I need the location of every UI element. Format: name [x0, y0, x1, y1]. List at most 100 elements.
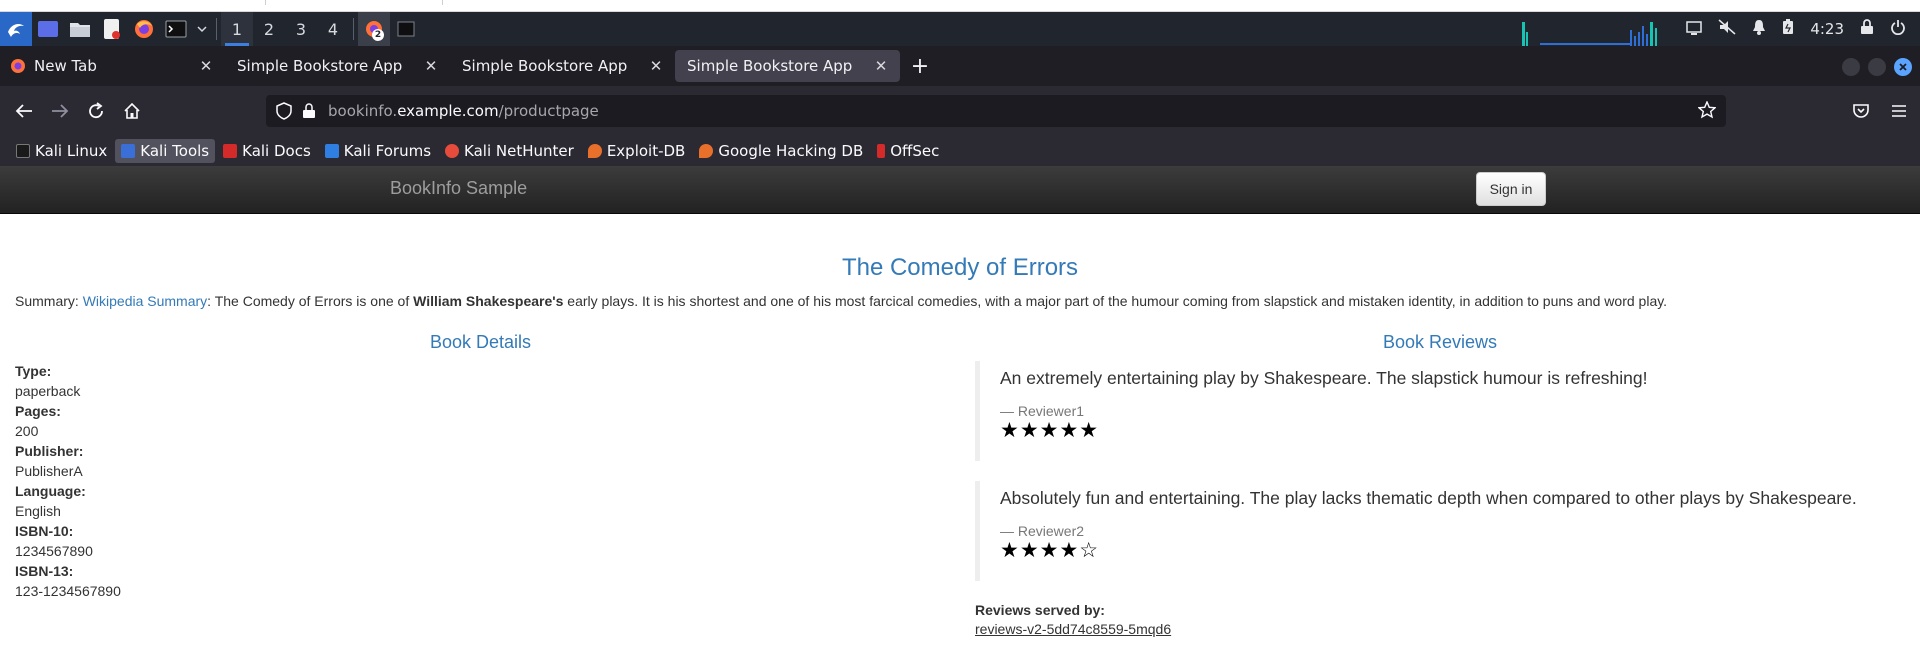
detail-value-type: paperback [15, 383, 81, 399]
volume-muted-icon[interactable] [1718, 19, 1736, 39]
detail-value-pages: 200 [15, 423, 39, 439]
notification-bell-icon[interactable] [1752, 19, 1766, 39]
bookmark-kali-linux[interactable]: Kali Linux [10, 139, 113, 163]
close-icon[interactable]: ✕ [872, 57, 890, 75]
maximize-button[interactable] [1868, 58, 1886, 76]
kali-tools-icon [121, 144, 136, 158]
workspace-3-button[interactable]: 3 [285, 12, 317, 46]
bookmark-star-icon[interactable] [1698, 101, 1716, 119]
chevron-down-icon[interactable] [192, 12, 212, 46]
bookmark-kali-forums[interactable]: Kali Forums [319, 139, 437, 163]
tab-label: Simple Bookstore App [237, 57, 403, 75]
bookmark-label: Kali Forums [343, 142, 432, 160]
tab-simple-bookstore-app[interactable]: Simple Bookstore App ✕ [225, 50, 450, 82]
app-navbar: BookInfo Sample Sign in [0, 166, 1920, 214]
review-card: An extremely entertaining play by Shakes… [975, 361, 1875, 461]
tab-simple-bookstore-app-active[interactable]: Simple Bookstore App ✕ [675, 50, 900, 82]
detail-value-language: English [15, 503, 61, 519]
pocket-icon[interactable] [1852, 103, 1870, 119]
book-summary: Summary: Wikipedia Summary: The Comedy o… [15, 293, 1667, 309]
tab-label: New Tab [34, 57, 97, 75]
hamburger-menu-icon[interactable] [1890, 103, 1908, 119]
power-icon[interactable] [1890, 19, 1906, 39]
review-text: Absolutely fun and entertaining. The pla… [1000, 488, 1857, 508]
kali-forums-icon [324, 144, 339, 158]
wikipedia-summary-link[interactable]: Wikipedia Summary [83, 293, 207, 309]
firefox-window-button[interactable]: 2 [358, 12, 390, 46]
workspace-2-button[interactable]: 2 [253, 12, 285, 46]
strip-tick [265, 0, 266, 5]
close-window-button[interactable] [1894, 58, 1912, 76]
taskbar-separator [353, 18, 354, 40]
close-icon[interactable]: ✕ [647, 57, 665, 75]
tab-simple-bookstore-app[interactable]: Simple Bookstore App ✕ [450, 50, 675, 82]
bookmark-kali-nethunter[interactable]: Kali NetHunter [439, 139, 580, 163]
new-tab-plus-icon[interactable]: + [900, 54, 940, 79]
firefox-icon[interactable] [128, 12, 160, 46]
reload-icon[interactable] [78, 93, 114, 129]
detail-value-publisher: PublisherA [15, 463, 83, 479]
browser-tab-bar: New Tab ✕ Simple Bookstore App ✕ Simple … [0, 46, 1920, 86]
bookmark-label: Kali NetHunter [464, 142, 574, 160]
file-manager-icon[interactable] [64, 12, 96, 46]
minimize-button[interactable] [1842, 58, 1860, 76]
forward-arrow-icon[interactable] [42, 93, 78, 129]
detail-value-isbn13: 123-1234567890 [15, 583, 121, 599]
close-icon[interactable]: ✕ [422, 57, 440, 75]
bookmark-label: Kali Linux [35, 142, 108, 160]
book-details-heading: Book Details [430, 332, 532, 352]
star-rating: ★★★★★ [1000, 419, 1100, 442]
lock-screen-icon[interactable] [1860, 19, 1874, 39]
window-count-badge: 2 [372, 29, 384, 41]
network-monitor-graph [1522, 22, 1657, 46]
bookmark-google-hacking-db[interactable]: Google Hacking DB [693, 139, 869, 163]
bookmark-label: Google Hacking DB [718, 142, 864, 160]
bookmark-kali-tools[interactable]: Kali Tools [115, 139, 216, 163]
home-icon[interactable] [114, 93, 150, 129]
book-reviews-heading: Book Reviews [1383, 332, 1498, 352]
taskbar-separator [216, 18, 217, 40]
app-brand[interactable]: BookInfo Sample [390, 178, 527, 199]
bookmark-offsec[interactable]: OffSec [871, 139, 945, 163]
close-icon[interactable]: ✕ [197, 57, 215, 75]
detail-label: Type: [15, 363, 52, 379]
summary-prefix: Summary: [15, 293, 83, 309]
workspace-4-button[interactable]: 4 [317, 12, 349, 46]
battery-icon[interactable] [1782, 19, 1794, 39]
browser-navigation-bar: bookinfo. example.com/productpage [0, 86, 1920, 136]
summary-author: William Shakespeare's [413, 293, 564, 309]
bookmark-label: Exploit-DB [606, 142, 686, 160]
bookmark-exploit-db[interactable]: Exploit-DB [582, 139, 692, 163]
toolbar-right [1852, 86, 1908, 136]
clock-time[interactable]: 4:23 [1810, 20, 1844, 38]
bookmark-kali-docs[interactable]: Kali Docs [217, 139, 317, 163]
lock-icon[interactable] [302, 103, 316, 119]
reviewer-name: — Reviewer1 [1000, 403, 1085, 419]
text-editor-icon[interactable] [96, 12, 128, 46]
terminal-icon[interactable] [160, 12, 192, 46]
summary-text: early plays. It is his shortest and one … [563, 293, 1668, 309]
detail-label: Publisher: [15, 443, 84, 459]
sign-in-button[interactable]: Sign in [1476, 172, 1546, 206]
reviewer-name: — Reviewer2 [1000, 523, 1085, 539]
tab-new-tab[interactable]: New Tab ✕ [0, 50, 225, 82]
ghdb-icon [699, 144, 714, 158]
display-icon[interactable] [1686, 20, 1703, 39]
address-bar[interactable]: bookinfo. example.com/productpage [266, 95, 1726, 127]
url-path: /productpage [498, 102, 599, 120]
served-by-label: Reviews served by: [975, 602, 1105, 618]
detail-value-isbn10: 1234567890 [15, 543, 93, 559]
book-details-list: Type: paperback Pages: 200 Publisher: Pu… [15, 361, 121, 601]
terminal-window-button[interactable] [390, 12, 422, 46]
summary-text: : The Comedy of Errors is one of [207, 293, 414, 309]
kali-menu-icon[interactable] [0, 12, 32, 46]
workspace-1-button[interactable]: 1 [221, 12, 253, 46]
detail-label: ISBN-10: [15, 523, 74, 539]
strip-tick [442, 0, 443, 5]
shield-icon[interactable] [276, 102, 292, 120]
exploit-db-icon [587, 144, 602, 158]
back-arrow-icon[interactable] [6, 93, 42, 129]
kali-dragon-icon [16, 144, 30, 158]
show-desktop-icon[interactable] [32, 12, 64, 46]
tab-label: Simple Bookstore App [462, 57, 628, 75]
